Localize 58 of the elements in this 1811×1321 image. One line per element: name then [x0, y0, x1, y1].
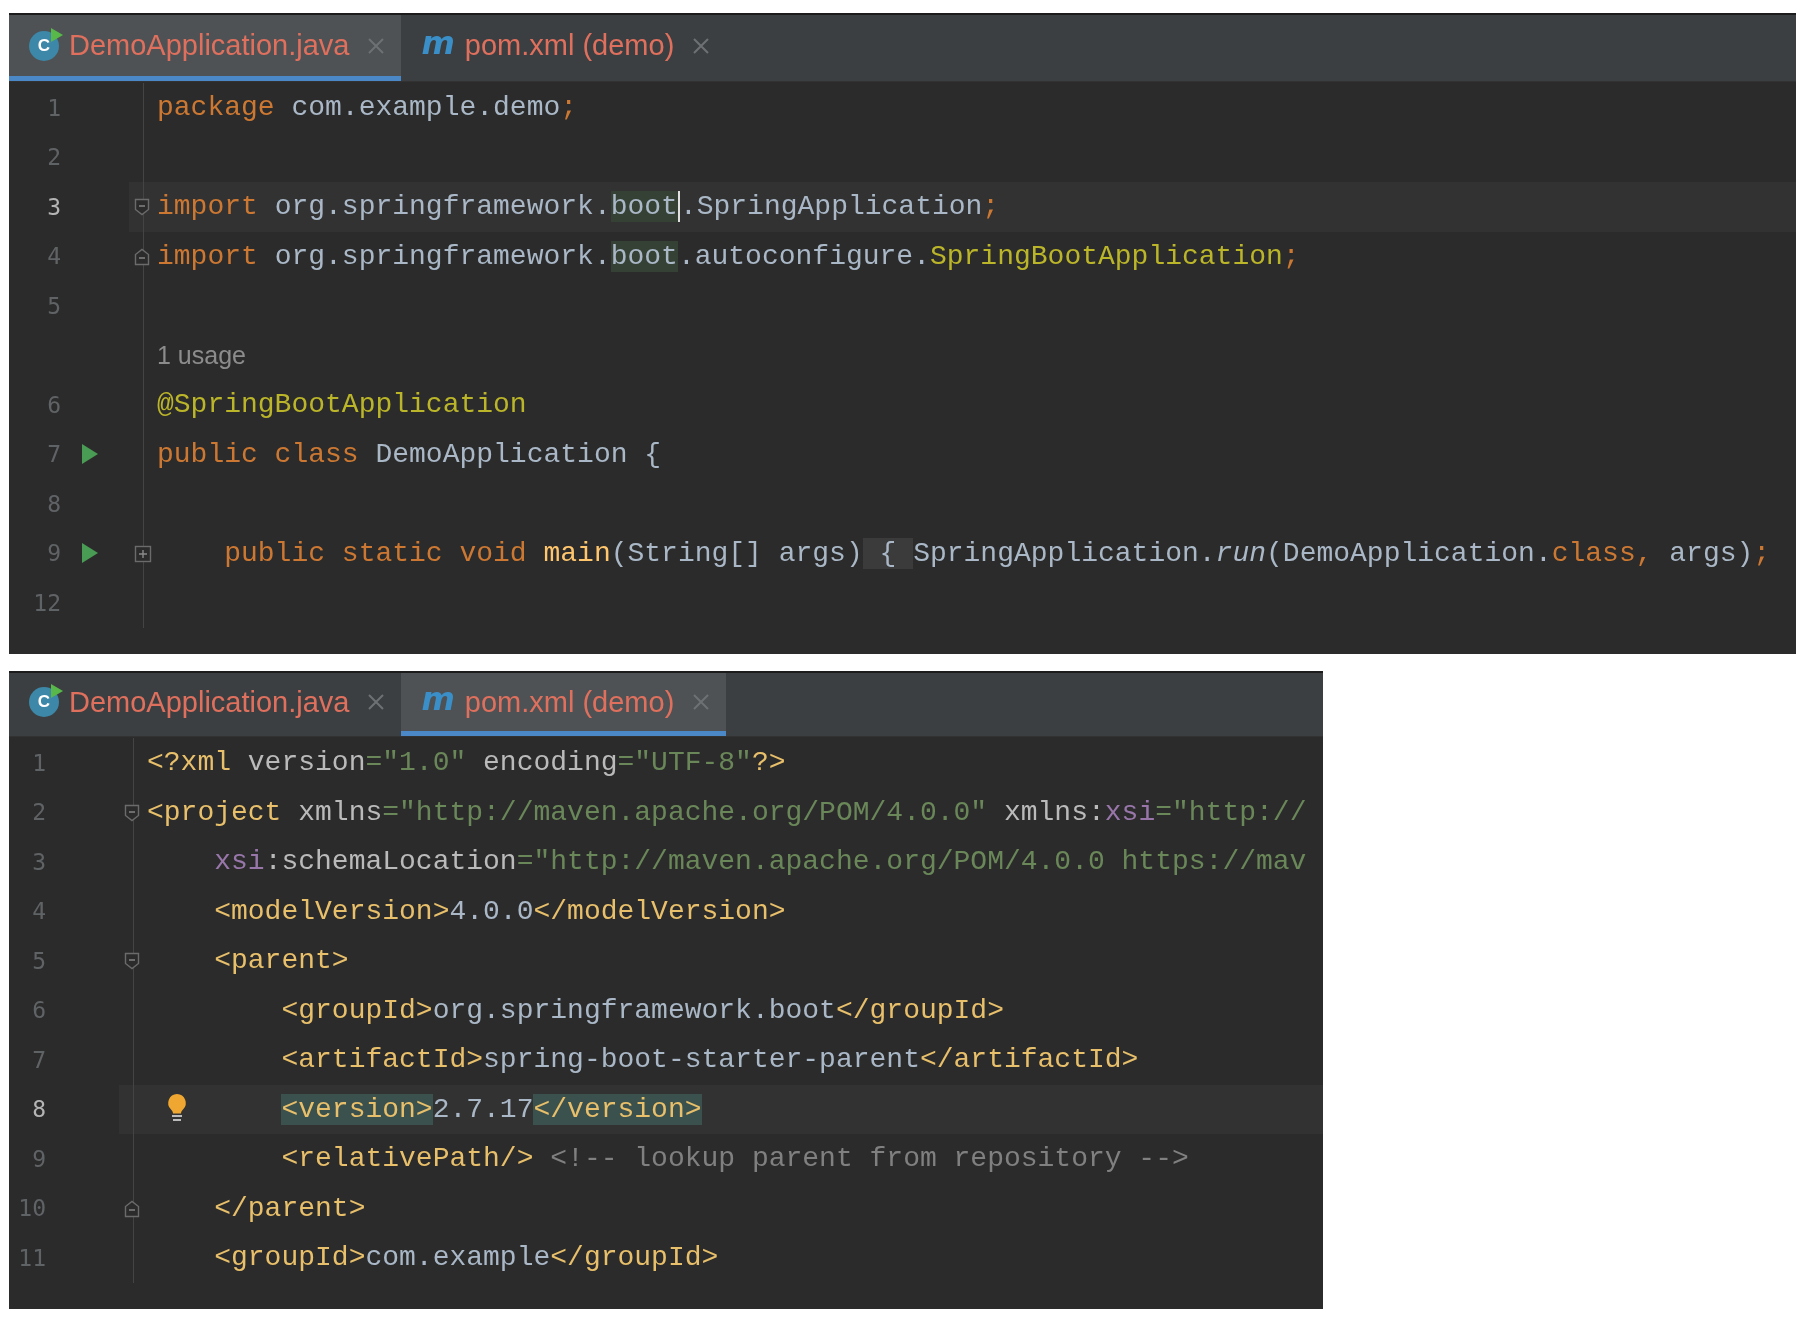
line-number: 9	[32, 1145, 46, 1172]
code-line: <version>2.7.17</version>	[280, 1093, 702, 1125]
line-number: 5	[32, 947, 46, 974]
code-line: <?xml version="1.0" encoding="UTF-8"?>	[147, 747, 786, 779]
maven-icon: m	[421, 683, 455, 721]
line-number: 9	[47, 540, 61, 567]
line-number: 4	[32, 898, 46, 925]
editor-tab[interactable]: C DemoApplication.java	[9, 673, 402, 736]
code-line: <project xmlns="http://maven.apache.org/POM/4.0.0" xmlns:xsi="http://	[147, 796, 1307, 828]
line-number: 4	[47, 243, 61, 270]
code-line: public class DemoApplication {	[157, 438, 662, 470]
close-icon[interactable]	[367, 693, 386, 711]
line-number: 6	[47, 391, 61, 418]
code-line: <groupId>com.example</groupId>	[213, 1242, 719, 1274]
close-icon[interactable]	[367, 36, 386, 55]
line-number: 2	[32, 799, 46, 826]
line-number: 2	[47, 144, 61, 171]
line-number: 1	[47, 94, 61, 121]
code-line: package com.example.demo;	[157, 92, 578, 124]
maven-icon: m	[421, 26, 455, 65]
code-line: </parent>	[213, 1192, 366, 1224]
line-number: 1	[32, 749, 46, 776]
code-line: <relativePath/> <!-- lookup parent from repository -->	[280, 1143, 1189, 1175]
code-line: public static void main(String[] args) { SpringApplication.run(DemoApplication.class, args);	[223, 537, 1771, 569]
collapse-icon[interactable]	[124, 803, 142, 822]
line-number: 8	[32, 1096, 46, 1123]
line-number: 6	[32, 997, 46, 1024]
line-number: 5	[47, 292, 61, 319]
close-icon[interactable]	[692, 693, 711, 711]
line-number: 11	[18, 1244, 46, 1271]
run-icon[interactable]	[81, 542, 99, 565]
code-line: <artifactId>spring-boot-starter-parent</artifactId>	[280, 1044, 1139, 1076]
line-number: 8	[47, 490, 61, 517]
code-line: <modelVersion>4.0.0</modelVersion>	[213, 895, 786, 927]
code-line: import org.springframework.boot.SpringApplication;	[157, 191, 1000, 223]
line-number: 7	[32, 1046, 46, 1073]
lightbulb-icon[interactable]	[166, 1092, 188, 1123]
code-line: import org.springframework.boot.autoconfigure.SpringBootApplication;	[157, 240, 1300, 272]
line-number: 10	[18, 1195, 46, 1222]
collapse-icon[interactable]	[134, 198, 152, 216]
line-number: 3	[47, 193, 61, 220]
expand-icon[interactable]	[134, 544, 152, 563]
collapse-icon[interactable]	[124, 1199, 142, 1218]
editor-tab[interactable]: m pom.xml (demo)	[401, 15, 727, 81]
line-number: 12	[33, 589, 61, 616]
code-line: <groupId>org.springframework.boot</groupId>	[280, 994, 1004, 1026]
usage-hint[interactable]: 1 usage	[157, 340, 246, 370]
editor-tab[interactable]: C DemoApplication.java	[9, 15, 402, 81]
collapse-icon[interactable]	[124, 952, 142, 970]
run-icon[interactable]	[81, 443, 99, 466]
collapse-icon[interactable]	[134, 247, 152, 266]
code-line: <parent>	[213, 945, 349, 977]
line-number: 3	[32, 848, 46, 875]
code-line: xsi:schemaLocation="http://maven.apache.org/POM/4.0.0 https://mav	[213, 846, 1307, 878]
close-icon[interactable]	[692, 36, 711, 55]
editor-tab[interactable]: m pom.xml (demo)	[401, 673, 727, 736]
code-line: @SpringBootApplication	[157, 389, 527, 421]
line-number: 7	[47, 441, 61, 468]
